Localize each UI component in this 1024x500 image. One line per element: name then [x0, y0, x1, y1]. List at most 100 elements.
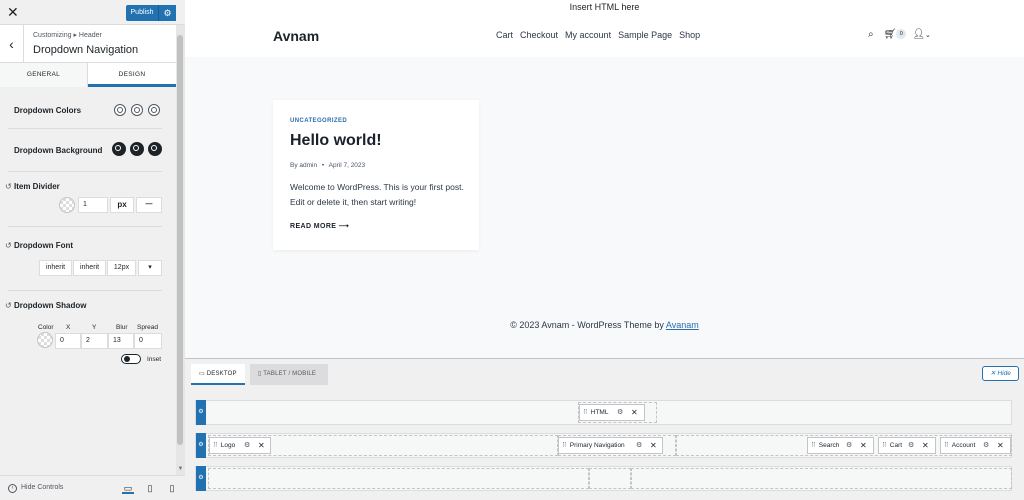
- hide-builder-button[interactable]: ✕ Hide: [982, 366, 1019, 381]
- drag-handle-icon[interactable]: ⠿: [562, 442, 567, 449]
- item-divider-label: Item Divider: [14, 182, 60, 191]
- reset-icon[interactable]: ↺: [5, 301, 12, 310]
- shadow-y-header: Y: [92, 324, 97, 331]
- inset-toggle[interactable]: [121, 354, 141, 364]
- row-settings-gear-icon[interactable]: ⚙: [196, 466, 206, 491]
- post-author[interactable]: By admin: [290, 162, 317, 169]
- background-picker-active[interactable]: [148, 142, 162, 156]
- globe-icon: [115, 145, 121, 151]
- dropdown-background-label: Dropdown Background: [14, 146, 103, 155]
- shadow-x-input[interactable]: 0: [55, 333, 81, 349]
- desktop-preview-icon[interactable]: ▭: [122, 482, 134, 494]
- tab-desktop[interactable]: ▭ DESKTOP: [191, 364, 245, 385]
- font-options-dropdown[interactable]: ▾: [138, 260, 162, 276]
- close-icon[interactable]: ✕: [631, 405, 638, 420]
- shadow-y-input[interactable]: 2: [81, 333, 108, 349]
- font-size-input[interactable]: 12px: [107, 260, 136, 276]
- drag-handle-icon[interactable]: ⠿: [882, 442, 887, 449]
- builder-item-html[interactable]: ⠿ HTML ⚙ ✕: [579, 404, 645, 421]
- close-icon[interactable]: ✕: [922, 438, 929, 453]
- footer-link[interactable]: Avanam: [666, 320, 699, 330]
- drag-handle-icon[interactable]: ⠿: [944, 442, 949, 449]
- hide-controls-button[interactable]: Hide Controls: [21, 484, 63, 491]
- divider-color-swatch[interactable]: [59, 197, 75, 213]
- builder-item-cart[interactable]: ⠿ Cart ⚙ ✕: [878, 437, 936, 454]
- nav-item-shop[interactable]: Shop: [679, 30, 700, 40]
- primary-navigation: Cart Checkout My account Sample Page Shop: [496, 30, 707, 40]
- publish-settings-gear-icon[interactable]: ⚙: [158, 5, 176, 21]
- shadow-color-swatch[interactable]: [37, 332, 53, 348]
- customizer-footer: ‹ Hide Controls ▭ ▯ ▯: [0, 475, 185, 500]
- background-picker-hover[interactable]: [130, 142, 144, 156]
- globe-icon: [134, 107, 140, 113]
- background-picker-initial[interactable]: [112, 142, 126, 156]
- reset-icon[interactable]: ↺: [5, 241, 12, 250]
- tablet-preview-icon[interactable]: ▯: [144, 482, 156, 494]
- nav-item-cart[interactable]: Cart: [496, 30, 513, 40]
- close-icon[interactable]: ✕: [258, 438, 265, 453]
- gear-icon[interactable]: ⚙: [846, 438, 852, 453]
- panel-scrollbar-thumb[interactable]: [177, 35, 183, 445]
- site-preview: Insert HTML here Avnam Cart Checkout My ac…: [185, 0, 1024, 358]
- center-zone[interactable]: [589, 468, 631, 489]
- tab-design[interactable]: DESIGN: [88, 63, 176, 87]
- gear-icon[interactable]: ⚙: [244, 438, 250, 453]
- builder-item-account[interactable]: ⠿ Account ⚙ ✕: [940, 437, 1011, 454]
- read-more-link[interactable]: READ MORE ⟶: [290, 222, 349, 230]
- drag-handle-icon[interactable]: ⠿: [583, 409, 588, 416]
- globe-icon: [117, 107, 123, 113]
- builder-item-logo[interactable]: ⠿ Logo ⚙ ✕: [209, 437, 271, 454]
- shadow-spread-input[interactable]: 0: [134, 333, 162, 349]
- builder-item-primary-navigation[interactable]: ⠿ Primary Navigation ⚙ ✕: [558, 437, 663, 454]
- meta-bullet: •: [321, 162, 325, 169]
- row-settings-gear-icon[interactable]: ⚙: [196, 400, 206, 425]
- builder-item-label: Logo: [220, 442, 236, 449]
- nav-item-sample-page[interactable]: Sample Page: [618, 30, 672, 40]
- color-picker-active[interactable]: [148, 104, 160, 116]
- cart-icon[interactable]: 🛒︎: [884, 29, 897, 40]
- font-family-select[interactable]: inherit: [39, 260, 72, 276]
- shadow-spread-header: Spread: [137, 324, 158, 331]
- shadow-blur-header: Blur: [116, 324, 128, 331]
- gear-icon[interactable]: ⚙: [908, 438, 914, 453]
- close-icon[interactable]: ✕: [7, 4, 21, 20]
- post-title[interactable]: Hello world!: [290, 132, 382, 150]
- tab-tablet-mobile[interactable]: ▯ TABLET / MOBILE: [250, 364, 328, 385]
- divider-width-input[interactable]: 1: [78, 197, 108, 213]
- search-icon[interactable]: ⌕: [868, 29, 874, 40]
- site-logo[interactable]: Avnam: [273, 28, 319, 44]
- post-date[interactable]: April 7, 2023: [329, 162, 366, 169]
- account-icon[interactable]: 👤︎: [912, 29, 925, 40]
- row-settings-gear-icon[interactable]: ⚙: [196, 433, 206, 458]
- breadcrumb: Customizing ▸ Header: [33, 32, 102, 39]
- drag-handle-icon[interactable]: ⠿: [213, 442, 218, 449]
- gear-icon[interactable]: ⚙: [617, 405, 623, 420]
- post-category[interactable]: UNCATEGORIZED: [290, 118, 347, 124]
- gear-icon[interactable]: ⚙: [636, 438, 642, 453]
- close-icon[interactable]: ✕: [650, 438, 657, 453]
- divider-unit-select[interactable]: px: [110, 197, 134, 213]
- divider-style-select[interactable]: —: [136, 197, 162, 213]
- color-picker-initial[interactable]: [114, 104, 126, 116]
- back-arrow-icon[interactable]: ‹: [0, 25, 24, 63]
- right-zone[interactable]: [631, 468, 1012, 489]
- gear-icon[interactable]: ⚙: [983, 438, 989, 453]
- reset-icon[interactable]: ↺: [5, 182, 12, 191]
- mobile-preview-icon[interactable]: ▯: [166, 482, 178, 494]
- nav-item-my-account[interactable]: My account: [565, 30, 611, 40]
- color-picker-hover[interactable]: [131, 104, 143, 116]
- tab-general[interactable]: GENERAL: [0, 63, 88, 87]
- hide-controls-icon[interactable]: ‹: [8, 484, 17, 493]
- builder-item-search[interactable]: ⠿ Search ⚙ ✕: [807, 437, 874, 454]
- chevron-down-icon[interactable]: ⌄: [925, 32, 931, 39]
- publish-label: Publish: [130, 9, 154, 16]
- nav-item-checkout[interactable]: Checkout: [520, 30, 558, 40]
- section-title: Dropdown Navigation: [33, 44, 139, 56]
- scroll-down-arrow-icon[interactable]: ▼: [176, 465, 185, 474]
- shadow-blur-input[interactable]: 13: [108, 333, 134, 349]
- left-zone[interactable]: [208, 468, 589, 489]
- drag-handle-icon[interactable]: ⠿: [811, 442, 816, 449]
- font-weight-select[interactable]: inherit: [73, 260, 106, 276]
- close-icon[interactable]: ✕: [997, 438, 1004, 453]
- close-icon[interactable]: ✕: [860, 438, 867, 453]
